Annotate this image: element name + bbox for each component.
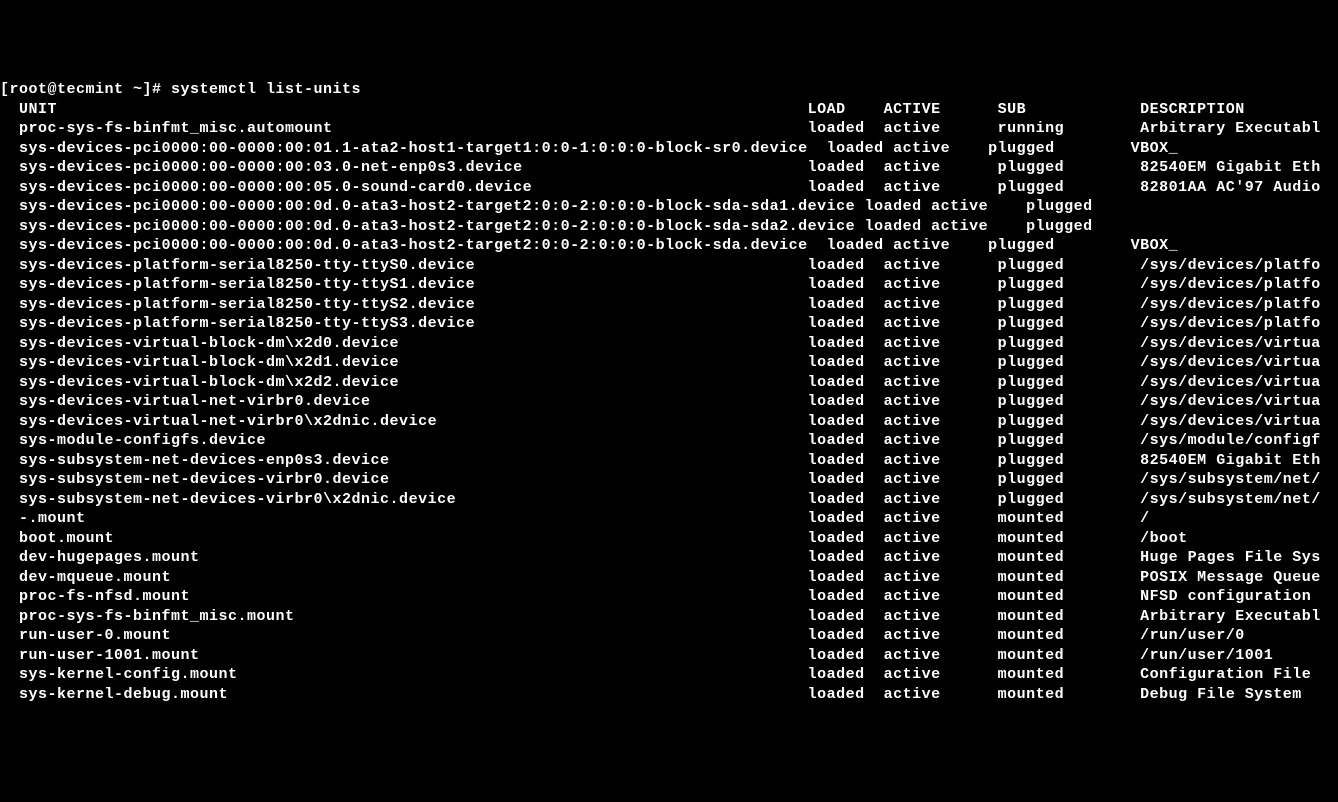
terminal-line: sys-devices-virtual-block-dm\x2d0.device… xyxy=(0,334,1338,354)
terminal-line: sys-subsystem-net-devices-enp0s3.device … xyxy=(0,451,1338,471)
terminal-line: sys-devices-platform-serial8250-tty-ttyS… xyxy=(0,275,1338,295)
terminal-line: sys-devices-pci0000:00-0000:00:0d.0-ata3… xyxy=(0,217,1338,237)
terminal-line: sys-devices-virtual-net-virbr0\x2dnic.de… xyxy=(0,412,1338,432)
terminal-line: sys-devices-platform-serial8250-tty-ttyS… xyxy=(0,314,1338,334)
terminal-line: sys-devices-platform-serial8250-tty-ttyS… xyxy=(0,295,1338,315)
terminal-line: run-user-0.mount loaded active mounted /… xyxy=(0,626,1338,646)
terminal-line: sys-devices-pci0000:00-0000:00:05.0-soun… xyxy=(0,178,1338,198)
terminal-line: proc-fs-nfsd.mount loaded active mounted… xyxy=(0,587,1338,607)
terminal-line: UNIT LOAD ACTIVE SUB DESCRIPTION xyxy=(0,100,1338,120)
terminal-line: -.mount loaded active mounted / xyxy=(0,509,1338,529)
terminal-line: sys-devices-pci0000:00-0000:00:01.1-ata2… xyxy=(0,139,1338,159)
terminal-line: [root@tecmint ~]# systemctl list-units xyxy=(0,80,1338,100)
terminal-line: sys-devices-pci0000:00-0000:00:03.0-net-… xyxy=(0,158,1338,178)
terminal-line: sys-subsystem-net-devices-virbr0.device … xyxy=(0,470,1338,490)
terminal-line: sys-devices-virtual-block-dm\x2d1.device… xyxy=(0,353,1338,373)
terminal-output: [root@tecmint ~]# systemctl list-units U… xyxy=(0,80,1338,704)
terminal-line: sys-kernel-debug.mount loaded active mou… xyxy=(0,685,1338,705)
terminal-line: dev-mqueue.mount loaded active mounted P… xyxy=(0,568,1338,588)
terminal-line: sys-devices-virtual-block-dm\x2d2.device… xyxy=(0,373,1338,393)
terminal-line: dev-hugepages.mount loaded active mounte… xyxy=(0,548,1338,568)
terminal-line: sys-devices-virtual-net-virbr0.device lo… xyxy=(0,392,1338,412)
terminal-line: sys-subsystem-net-devices-virbr0\x2dnic.… xyxy=(0,490,1338,510)
terminal-line: boot.mount loaded active mounted /boot xyxy=(0,529,1338,549)
terminal-line: proc-sys-fs-binfmt_misc.mount loaded act… xyxy=(0,607,1338,627)
terminal-line: sys-devices-pci0000:00-0000:00:0d.0-ata3… xyxy=(0,197,1338,217)
terminal-line: sys-module-configfs.device loaded active… xyxy=(0,431,1338,451)
terminal-line: sys-kernel-config.mount loaded active mo… xyxy=(0,665,1338,685)
terminal-line: proc-sys-fs-binfmt_misc.automount loaded… xyxy=(0,119,1338,139)
terminal-line: sys-devices-platform-serial8250-tty-ttyS… xyxy=(0,256,1338,276)
terminal-line: sys-devices-pci0000:00-0000:00:0d.0-ata3… xyxy=(0,236,1338,256)
terminal-line: run-user-1001.mount loaded active mounte… xyxy=(0,646,1338,666)
